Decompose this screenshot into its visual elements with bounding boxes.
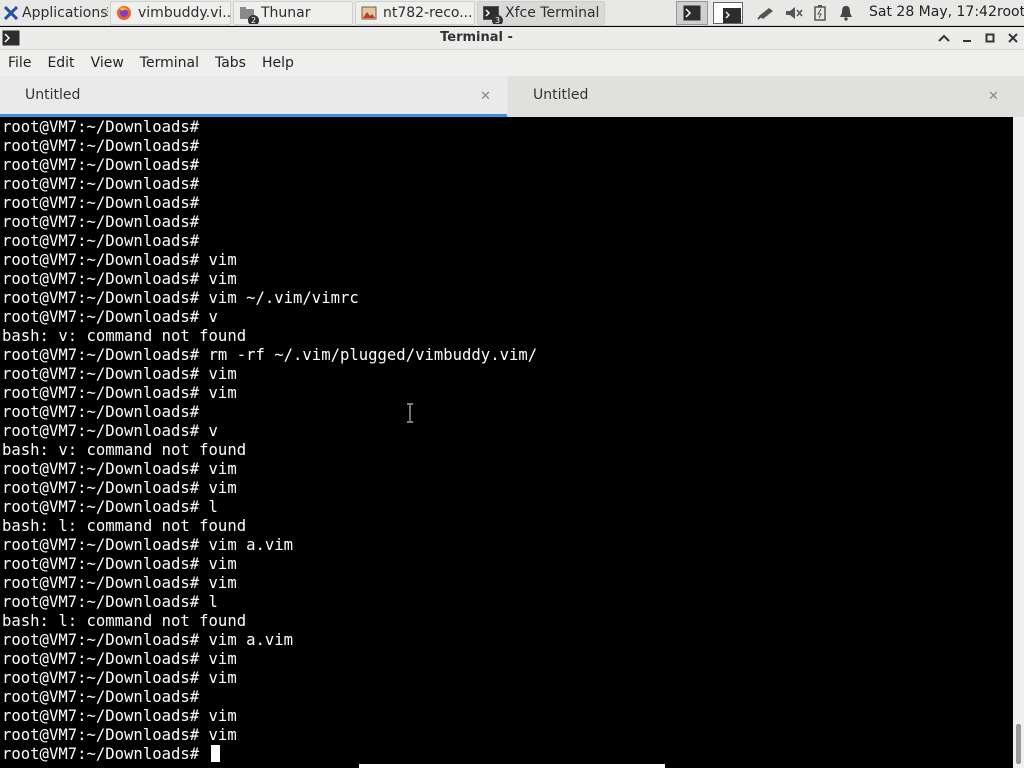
tab-bar: Untitled ✕ Untitled ✕ bbox=[0, 76, 1024, 118]
battery-icon[interactable] bbox=[810, 1, 830, 25]
terminal-cursor bbox=[210, 745, 220, 762]
terminal-prompt: root@VM7:~/Downloads# bbox=[2, 745, 209, 763]
terminal-line: bash: v: command not found bbox=[2, 327, 247, 345]
terminal-line: root@VM7:~/Downloads# bbox=[2, 213, 200, 231]
close-icon[interactable]: ✕ bbox=[480, 89, 491, 104]
terminal-icon bbox=[713, 2, 743, 24]
resize-handle[interactable] bbox=[359, 764, 665, 768]
workspace-2-button[interactable] bbox=[711, 1, 745, 25]
terminal-line: root@VM7:~/Downloads# bbox=[2, 232, 200, 250]
network-icon[interactable] bbox=[755, 1, 777, 25]
terminal-line: root@VM7:~/Downloads# vim bbox=[2, 479, 237, 497]
terminal-line: root@VM7:~/Downloads# vim bbox=[2, 707, 237, 725]
terminal-line: root@VM7:~/Downloads# vim ~/.vim/vimrc bbox=[2, 289, 359, 307]
taskbar-item-thunar[interactable]: 2 Thunar bbox=[233, 1, 353, 25]
image-viewer-icon bbox=[361, 5, 377, 21]
terminal-line: root@VM7:~/Downloads# vim bbox=[2, 270, 237, 288]
minimize-button[interactable] bbox=[959, 30, 975, 46]
terminal-line: root@VM7:~/Downloads# bbox=[2, 194, 200, 212]
close-button[interactable] bbox=[1005, 30, 1021, 46]
taskbar-item-label: nt782-reco... bbox=[383, 5, 473, 21]
terminal-line: root@VM7:~/Downloads# v bbox=[2, 308, 218, 326]
workspace-1-button[interactable] bbox=[676, 1, 708, 25]
taskbar-item-firefox[interactable]: vimbuddy.vi... bbox=[110, 1, 231, 25]
terminal-line: root@VM7:~/Downloads# vim bbox=[2, 460, 237, 478]
text-cursor-icon bbox=[405, 403, 415, 423]
menu-edit[interactable]: Edit bbox=[39, 51, 82, 75]
terminal-line: bash: l: command not found bbox=[2, 517, 247, 535]
clock[interactable]: Sat 28 May, 17:42 bbox=[869, 4, 997, 20]
terminal-icon bbox=[683, 5, 701, 21]
terminal-line: root@VM7:~/Downloads# vim a.vim bbox=[2, 631, 294, 649]
chevron-up-icon[interactable] bbox=[936, 30, 952, 46]
taskbar-item-image-viewer[interactable]: nt782-reco... bbox=[355, 1, 475, 25]
menu-terminal[interactable]: Terminal bbox=[132, 51, 207, 75]
terminal-line: root@VM7:~/Downloads# bbox=[2, 403, 200, 421]
terminal-line: bash: v: command not found bbox=[2, 441, 247, 459]
tab-untitled-2[interactable]: Untitled ✕ bbox=[508, 76, 1024, 117]
maximize-button[interactable] bbox=[982, 30, 998, 46]
terminal-line: root@VM7:~/Downloads# vim bbox=[2, 726, 237, 744]
terminal-line: root@VM7:~/Downloads# bbox=[2, 137, 200, 155]
taskbar-item-label: Thunar bbox=[261, 5, 311, 21]
terminal-line: root@VM7:~/Downloads# vim bbox=[2, 669, 237, 687]
menu-help[interactable]: Help bbox=[254, 51, 302, 75]
taskbar-item-terminal[interactable]: 3 Xfce Terminal bbox=[477, 1, 605, 25]
user-menu[interactable]: root bbox=[997, 4, 1024, 20]
terminal-line: root@VM7:~/Downloads# bbox=[2, 156, 200, 174]
terminal-line: bash: l: command not found bbox=[2, 612, 247, 630]
close-icon[interactable]: ✕ bbox=[988, 89, 999, 104]
terminal-line: root@VM7:~/Downloads# vim a.vim bbox=[2, 536, 294, 554]
window-count-badge: 2 bbox=[248, 15, 259, 24]
notification-bell-icon[interactable] bbox=[836, 1, 856, 25]
applications-menu-button[interactable]: Applications bbox=[0, 1, 108, 25]
tab-untitled-1[interactable]: Untitled ✕ bbox=[0, 76, 507, 118]
scrollbar-thumb[interactable] bbox=[1016, 724, 1021, 764]
window-titlebar[interactable]: Terminal - bbox=[0, 27, 1024, 50]
terminal-line: root@VM7:~/Downloads# vim bbox=[2, 365, 237, 383]
terminal-output[interactable]: root@VM7:~/Downloads# root@VM7:~/Download… bbox=[0, 117, 1013, 768]
window-title: Terminal - bbox=[440, 30, 513, 45]
terminal-line: root@VM7:~/Downloads# bbox=[2, 175, 200, 193]
terminal-line: root@VM7:~/Downloads# vim bbox=[2, 574, 237, 592]
menu-tabs[interactable]: Tabs bbox=[207, 51, 254, 75]
window-count-badge: 3 bbox=[492, 15, 503, 24]
volume-muted-icon[interactable] bbox=[783, 1, 805, 25]
tab-label: Untitled bbox=[533, 87, 589, 103]
folder-icon: 2 bbox=[239, 5, 259, 24]
terminal-line: root@VM7:~/Downloads# vim bbox=[2, 251, 237, 269]
terminal-line: root@VM7:~/Downloads# v bbox=[2, 422, 218, 440]
firefox-icon bbox=[116, 5, 132, 21]
taskbar-item-label: vimbuddy.vi... bbox=[138, 5, 231, 21]
terminal-line: root@VM7:~/Downloads# bbox=[2, 688, 200, 706]
xfce-logo-icon bbox=[3, 5, 19, 21]
menu-view[interactable]: View bbox=[83, 51, 132, 75]
terminal-icon: 3 bbox=[483, 5, 503, 24]
terminal-line: root@VM7:~/Downloads# vim bbox=[2, 650, 237, 668]
applications-label: Applications bbox=[22, 5, 108, 21]
terminal-line: root@VM7:~/Downloads# rm -rf ~/.vim/plug… bbox=[2, 346, 538, 364]
terminal-line: root@VM7:~/Downloads# l bbox=[2, 498, 218, 516]
taskbar-item-label: Xfce Terminal bbox=[505, 5, 600, 21]
terminal-line: root@VM7:~/Downloads# vim bbox=[2, 555, 237, 573]
top-panel: Applications ⋮ vimbuddy.vi... 2 Thunar n… bbox=[0, 0, 1024, 26]
terminal-line: root@VM7:~/Downloads# vim bbox=[2, 384, 237, 402]
tab-label: Untitled bbox=[25, 87, 81, 103]
terminal-prompt-line[interactable]: root@VM7:~/Downloads# bbox=[2, 745, 1013, 764]
menubar: File Edit View Terminal Tabs Help bbox=[0, 50, 1024, 76]
menu-file[interactable]: File bbox=[0, 51, 39, 75]
scrollbar[interactable] bbox=[1013, 117, 1024, 768]
terminal-line: root@VM7:~/Downloads# l bbox=[2, 593, 218, 611]
terminal-line: root@VM7:~/Downloads# bbox=[2, 118, 200, 136]
